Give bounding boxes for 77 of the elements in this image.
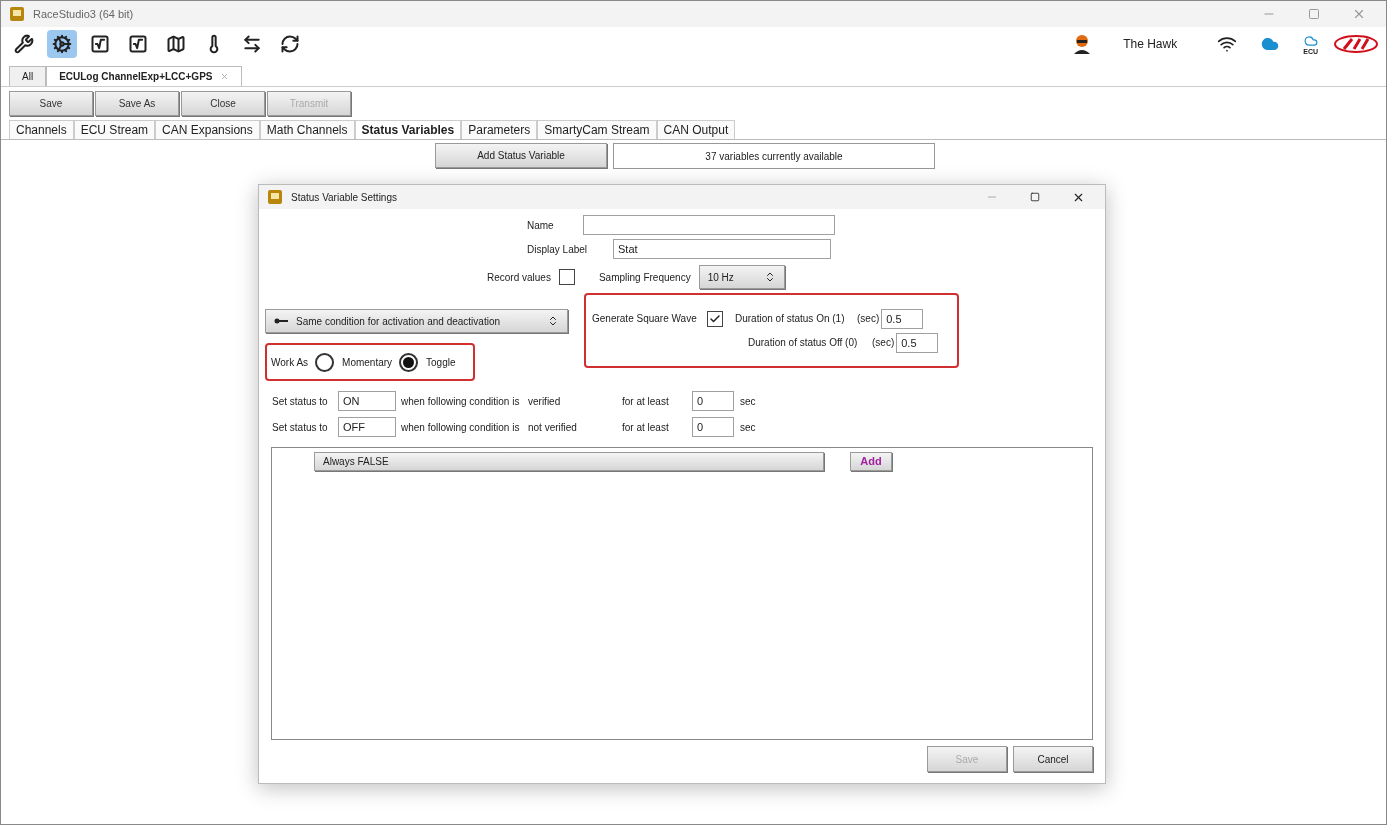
display-label-label: Display Label bbox=[527, 242, 589, 257]
for-at-least-label: for at least bbox=[622, 394, 670, 409]
radio-label: Momentary bbox=[342, 355, 393, 370]
rule-text: when following condition is bbox=[401, 394, 521, 409]
square-wave-checkbox[interactable] bbox=[707, 310, 723, 327]
document-tab[interactable]: All bbox=[9, 66, 47, 86]
track-icon bbox=[166, 34, 186, 54]
helmet-avatar-icon bbox=[1073, 34, 1092, 54]
duration-off-unit: (sec) bbox=[872, 336, 895, 350]
unit-label: sec bbox=[740, 420, 756, 435]
radio-label: Toggle bbox=[426, 355, 456, 370]
status-value-field[interactable]: ON bbox=[338, 391, 396, 411]
duration-off-field[interactable]: 0.5 bbox=[896, 332, 939, 353]
work-as-label: Work As bbox=[271, 355, 309, 370]
action-button[interactable]: Save As bbox=[95, 91, 179, 116]
section-tab[interactable]: Parameters bbox=[461, 120, 538, 139]
refresh-icon bbox=[280, 34, 300, 54]
cloud-icon[interactable] bbox=[1261, 35, 1280, 53]
for-at-least-label: for at least bbox=[622, 420, 670, 435]
name-label: Name bbox=[527, 218, 555, 233]
condition-mode-select[interactable]: Same condition for activation and deactivation bbox=[265, 309, 568, 333]
square-wave-label: Generate Square Wave bbox=[592, 312, 698, 326]
display-label-field[interactable]: Stat bbox=[613, 239, 831, 259]
wrench-icon bbox=[14, 34, 34, 54]
line-icon bbox=[274, 318, 288, 324]
rule-text: when following condition is bbox=[401, 420, 521, 435]
action-button[interactable]: Close bbox=[181, 91, 265, 116]
name-field[interactable] bbox=[583, 215, 835, 235]
user-name: The Hawk bbox=[1123, 36, 1178, 53]
rule-condition: not verified bbox=[528, 420, 578, 435]
sampling-frequency-select[interactable]: 10 Hz bbox=[698, 265, 785, 289]
dialog-button[interactable]: Cancel bbox=[1013, 746, 1093, 772]
section-tab[interactable]: Channels bbox=[9, 120, 74, 139]
record-values-label: Record values bbox=[487, 270, 551, 285]
app-icon bbox=[267, 189, 283, 205]
section-tab[interactable]: SmartyCam Stream bbox=[537, 120, 657, 139]
record-values-checkbox[interactable] bbox=[558, 269, 575, 285]
duration-field[interactable]: 0 bbox=[692, 417, 734, 437]
window-title: RaceStudio3 (64 bit) bbox=[33, 6, 134, 22]
dialog-title: Status Variable Settings bbox=[291, 190, 397, 205]
rule-prefix: Set status to bbox=[272, 420, 329, 435]
duration-off-label: Duration of status Off (0) bbox=[748, 336, 859, 350]
arrows-icon bbox=[242, 34, 262, 54]
condition-selector[interactable]: Always FALSE bbox=[314, 452, 824, 471]
rule-prefix: Set status to bbox=[272, 394, 329, 409]
duration-on-label: Duration of status On (1) bbox=[735, 312, 846, 326]
section-tab[interactable]: ECU Stream bbox=[73, 120, 156, 139]
radical-icon bbox=[90, 34, 110, 54]
section-tab[interactable]: CAN Expansions bbox=[155, 120, 260, 139]
sampling-frequency-label: Sampling Frequency bbox=[598, 270, 691, 285]
add-status-variable-button[interactable]: Add Status Variable bbox=[435, 143, 607, 168]
section-tab[interactable]: Status Variables bbox=[354, 120, 462, 139]
status-value-field[interactable]: OFF bbox=[338, 417, 396, 437]
action-button[interactable]: Save bbox=[9, 91, 93, 116]
maximize-icon[interactable] bbox=[1030, 192, 1040, 202]
check-icon bbox=[709, 312, 721, 325]
document-tab[interactable]: ECULog ChannelExp+LCC+GPS bbox=[46, 66, 243, 86]
wifi-icon[interactable] bbox=[1217, 34, 1238, 54]
radio-button[interactable] bbox=[399, 352, 419, 372]
duration-on-field[interactable]: 0.5 bbox=[881, 308, 924, 329]
duration-on-unit: (sec) bbox=[857, 312, 880, 326]
radio-button[interactable] bbox=[315, 352, 335, 372]
section-tab[interactable]: Math Channels bbox=[259, 120, 355, 139]
gear-icon bbox=[52, 34, 72, 54]
rule-condition: verified bbox=[528, 394, 562, 409]
brand-logo bbox=[1334, 35, 1378, 53]
spinner-icon bbox=[547, 315, 559, 327]
unit-label: sec bbox=[740, 394, 756, 409]
radical-icon bbox=[128, 34, 148, 54]
section-tab[interactable]: CAN Output bbox=[656, 120, 736, 139]
cloud-icon[interactable] bbox=[1303, 33, 1318, 48]
maximize-icon[interactable] bbox=[1308, 8, 1320, 20]
duration-field[interactable]: 0 bbox=[692, 391, 734, 411]
add-condition-button[interactable]: Add bbox=[850, 452, 892, 471]
app-icon bbox=[9, 6, 25, 22]
variables-count: 37 variables currently available bbox=[613, 143, 935, 169]
toolbar-button[interactable] bbox=[47, 30, 77, 58]
